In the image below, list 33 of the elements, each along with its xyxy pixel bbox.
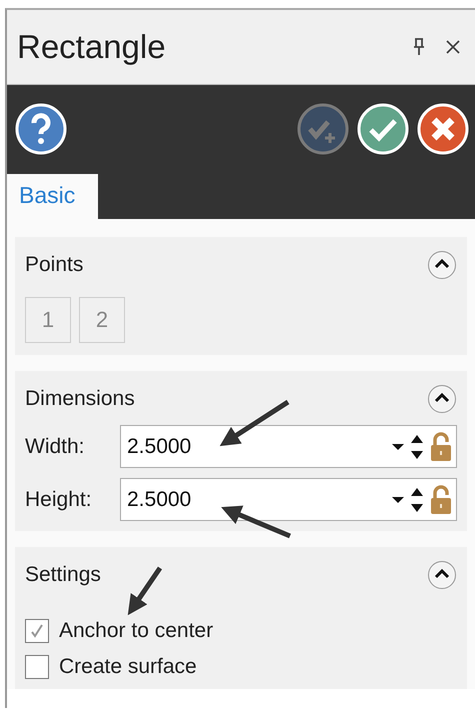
- dropdown-caret-icon[interactable]: [392, 442, 404, 450]
- field-label: Width:: [25, 434, 86, 458]
- close-icon[interactable]: [445, 39, 461, 55]
- cancel-icon[interactable]: [417, 103, 469, 155]
- spinner-icon[interactable]: [410, 434, 424, 460]
- section-title: Settings: [25, 563, 101, 587]
- window-title: Rectangle: [17, 28, 167, 66]
- input-field[interactable]: 2.5000: [120, 478, 457, 521]
- pin-icon[interactable]: [413, 38, 425, 56]
- ok-icon[interactable]: [357, 103, 409, 155]
- tab[interactable]: Basic: [7, 174, 98, 219]
- point-button[interactable]: 1: [25, 297, 71, 343]
- section-title: Points: [25, 253, 84, 277]
- checkbox[interactable]: [25, 655, 49, 679]
- annotation-arrow: [220, 400, 290, 446]
- field-label: Height:: [25, 488, 93, 512]
- dropdown-caret-icon[interactable]: [392, 496, 404, 504]
- checkbox-label: Create surface: [59, 655, 197, 679]
- checkbox-label: Anchor to center: [59, 619, 214, 643]
- collapse-icon[interactable]: [427, 560, 457, 590]
- collapse-icon[interactable]: [427, 384, 457, 414]
- spinner-icon[interactable]: [410, 486, 424, 512]
- annotation-arrow: [221, 506, 291, 538]
- input-field[interactable]: 2.5000: [120, 425, 457, 468]
- annotation-arrow: [128, 566, 162, 616]
- help-icon[interactable]: [15, 103, 67, 155]
- open-lock-icon[interactable]: [430, 432, 452, 462]
- section-title: Dimensions: [25, 387, 135, 411]
- checkmark-icon: [29, 623, 45, 639]
- collapse-icon[interactable]: [427, 250, 457, 280]
- checkbox[interactable]: [25, 619, 49, 643]
- point-button[interactable]: 2: [79, 297, 125, 343]
- open-lock-icon[interactable]: [430, 484, 452, 514]
